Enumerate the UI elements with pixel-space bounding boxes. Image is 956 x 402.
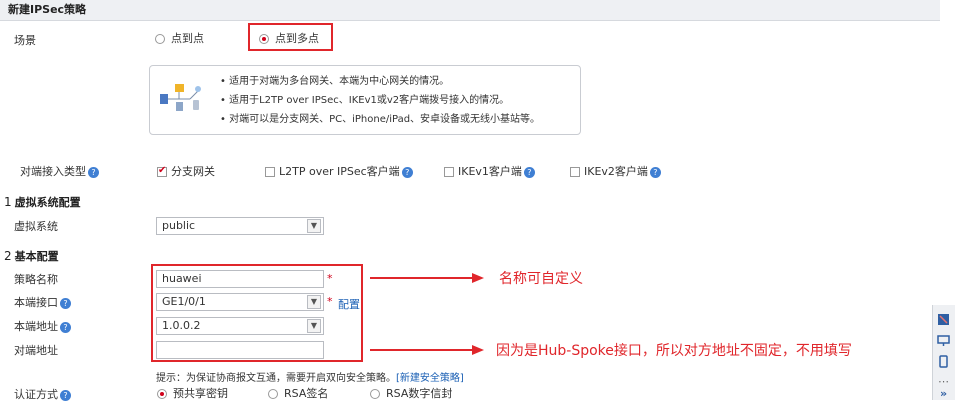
local-address-label: 本端地址? — [14, 318, 71, 334]
peer-access-label-text: 对端接入类型 — [20, 165, 86, 178]
monitor-icon[interactable] — [937, 334, 950, 347]
double-chevron-right-icon[interactable]: » — [937, 387, 950, 400]
radio-circle[interactable] — [155, 34, 165, 44]
scenario-info-box: 适用于对端为多台网关、本端为中心网关的情况。 适用于L2TP over IPSe… — [149, 65, 581, 135]
peer-address-label: 对端地址 — [14, 344, 58, 357]
network-topology-icon — [160, 82, 205, 116]
radio-circle[interactable] — [370, 389, 380, 399]
screen-icon[interactable] — [937, 313, 950, 326]
section-vsys-config: 1 虚拟系统配置 — [4, 194, 81, 210]
radio-label: 预共享密钥 — [173, 387, 228, 400]
radio-rsa-sign[interactable]: RSA签名 — [268, 385, 328, 401]
annotation-arrow-line — [370, 277, 474, 279]
checkbox-label: IKEv1客户端 — [458, 165, 522, 178]
highlight-box-scenario — [248, 23, 333, 51]
section-number: 2 — [4, 249, 12, 263]
policy-name-label: 策略名称 — [14, 273, 58, 286]
annotation-arrow-line — [370, 349, 474, 351]
annotation-arrowhead — [472, 273, 484, 283]
section-number: 1 — [4, 195, 12, 209]
checkbox-branch-gateway[interactable]: 分支网关 — [157, 163, 215, 179]
help-icon[interactable]: ? — [60, 389, 71, 401]
checkbox-box[interactable] — [265, 167, 275, 177]
hint-text: 提示：为保证协商报文互通，需要开启双向安全策略。[新建安全策略] — [156, 369, 464, 384]
help-icon[interactable]: ? — [60, 321, 71, 333]
checkbox-l2tp-client[interactable]: L2TP over IPSec客户端? — [265, 163, 413, 179]
annotation-name-note: 名称可自定义 — [499, 271, 583, 287]
new-security-policy-link[interactable]: [新建安全策略] — [396, 373, 464, 384]
section-title: 虚拟系统配置 — [14, 196, 81, 209]
checkbox-label: IKEv2客户端 — [584, 165, 648, 178]
page-title: 新建IPSec策略 — [0, 0, 940, 21]
scenario-label: 场景 — [14, 34, 36, 47]
checkbox-box[interactable] — [157, 165, 167, 177]
radio-rsa-envelope[interactable]: RSA数字信封 — [370, 385, 452, 401]
help-icon[interactable]: ? — [649, 166, 661, 178]
info-line: 对端可以是分支网关、PC、iPhone/iPad、安卓设备或无线小基站等。 — [220, 110, 540, 129]
radio-label: RSA数字信封 — [386, 387, 453, 400]
section-title: 基本配置 — [14, 250, 59, 263]
floating-toolbar: ⋯ » — [932, 305, 955, 400]
radio-circle[interactable] — [157, 389, 167, 399]
info-line: 适用于对端为多台网关、本端为中心网关的情况。 — [220, 72, 540, 91]
radio-point-to-point[interactable]: 点到点 — [155, 30, 204, 46]
radio-circle[interactable] — [268, 389, 278, 399]
radio-label: RSA签名 — [284, 387, 329, 400]
vsys-select[interactable]: public ▼ — [156, 217, 324, 235]
help-icon[interactable]: ? — [88, 166, 99, 178]
checkbox-box[interactable] — [570, 167, 580, 177]
local-interface-label: 本端接口? — [14, 294, 71, 310]
checkbox-label: L2TP over IPSec客户端 — [279, 165, 400, 178]
highlight-box-fields — [151, 264, 363, 362]
select-value: public — [162, 219, 196, 232]
checkbox-box[interactable] — [444, 167, 454, 177]
checkbox-label: 分支网关 — [171, 165, 215, 178]
annotation-arrowhead — [472, 345, 484, 355]
help-icon[interactable]: ? — [60, 297, 71, 309]
vsys-label: 虚拟系统 — [14, 220, 58, 233]
hint-message: 提示：为保证协商报文互通，需要开启双向安全策略。 — [156, 373, 396, 384]
section-basic-config: 2 基本配置 — [4, 248, 59, 264]
checkbox-ikev1-client[interactable]: IKEv1客户端? — [444, 163, 535, 179]
local-interface-label-text: 本端接口 — [14, 296, 58, 309]
info-line: 适用于L2TP over IPSec、IKEv1或v2客户端拨号接入的情况。 — [220, 91, 540, 110]
help-icon[interactable]: ? — [401, 166, 413, 178]
annotation-peer-note: 因为是Hub-Spoke接口，所以对方地址不固定，不用填写 — [496, 343, 852, 359]
help-icon[interactable]: ? — [523, 166, 535, 178]
peer-access-label: 对端接入类型? — [20, 163, 99, 179]
radio-psk[interactable]: 预共享密钥 — [157, 385, 228, 401]
mobile-icon[interactable] — [937, 355, 950, 368]
chevron-down-icon[interactable]: ▼ — [307, 219, 321, 233]
radio-label: 点到点 — [171, 32, 204, 45]
checkbox-ikev2-client[interactable]: IKEv2客户端? — [570, 163, 661, 179]
local-address-label-text: 本端地址 — [14, 320, 58, 333]
auth-label-text: 认证方式 — [14, 388, 58, 401]
